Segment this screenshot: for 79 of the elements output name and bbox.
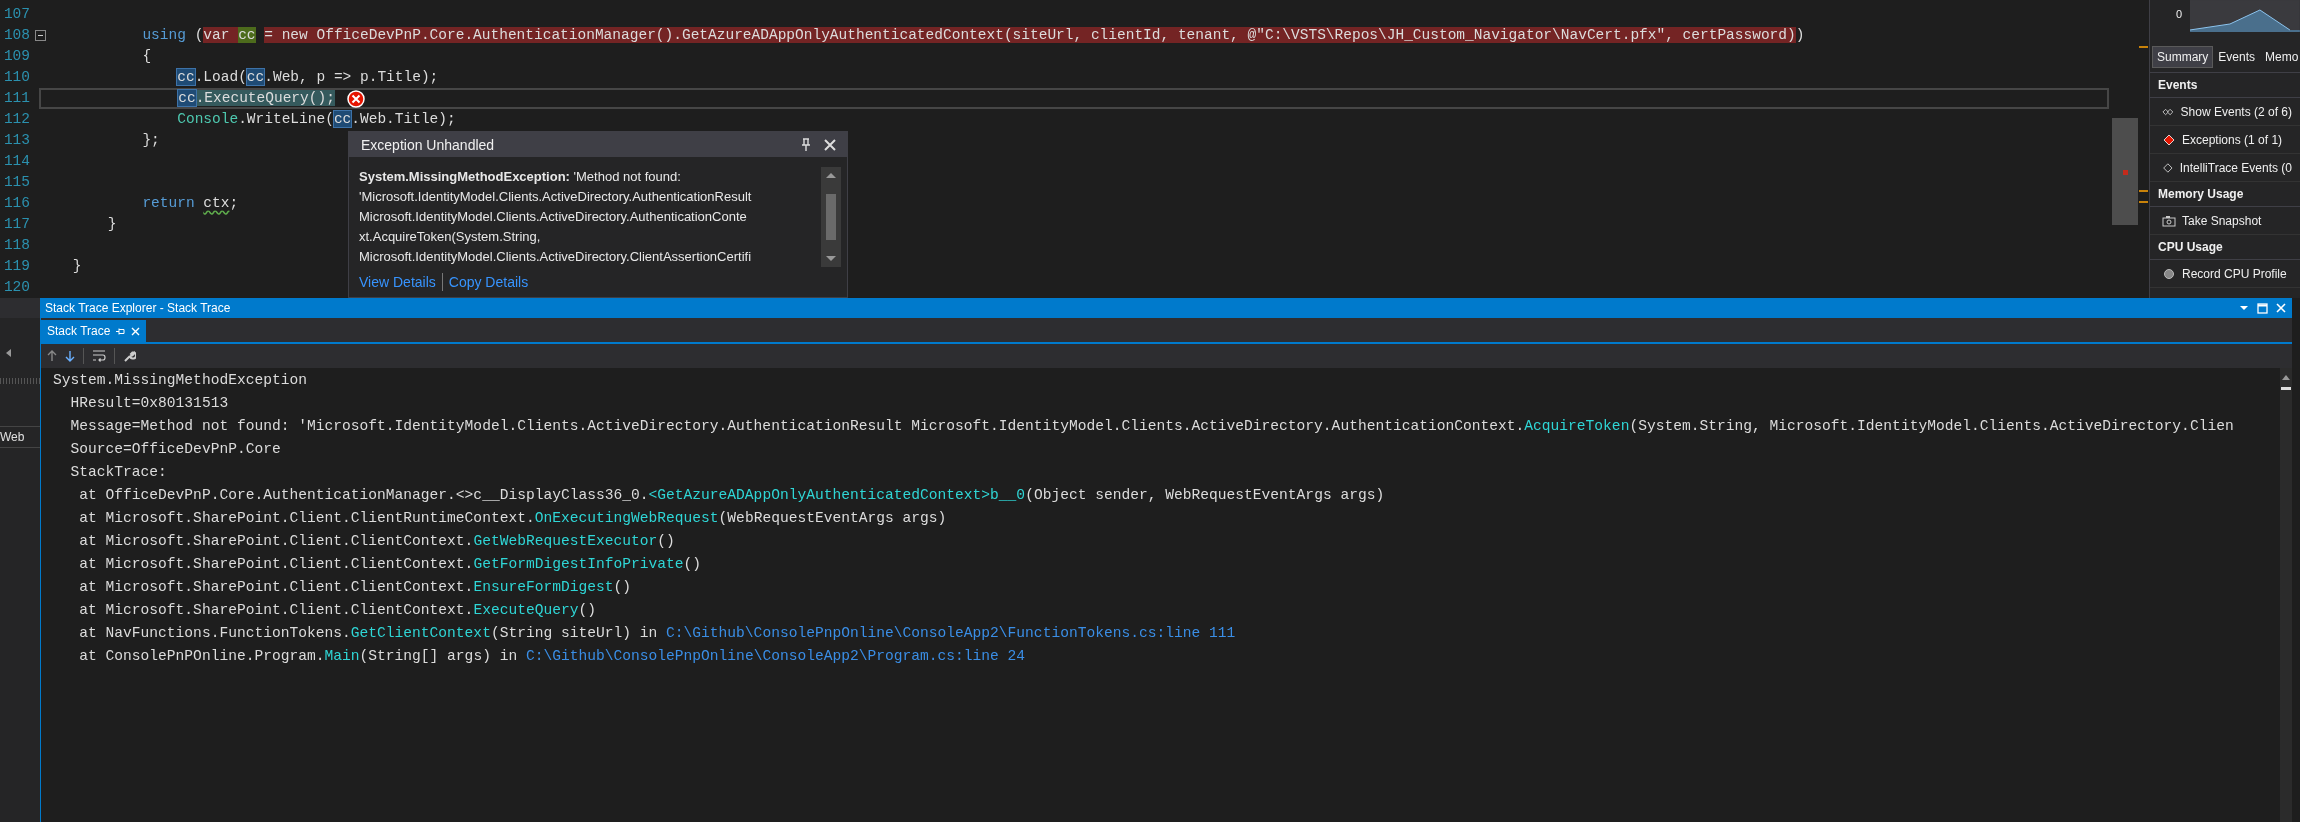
- stack-trace-text: StackTrace:: [69, 463, 167, 482]
- code-text: {: [141, 47, 152, 66]
- popup-title: Exception Unhandled: [361, 136, 496, 153]
- code-text: };: [141, 131, 160, 150]
- panel-tab[interactable]: Events: [2213, 46, 2261, 68]
- stack-trace-text: HResult=0x80131513: [69, 394, 229, 413]
- exception-message: Microsoft.IdentityModel.Clients.ActiveDirectory.AuthenticationConte: [359, 208, 748, 226]
- code-text: cc.ExecuteQuery();: [177, 89, 335, 108]
- code-text: Console.WriteLine(cc.Web.Title);: [176, 110, 456, 129]
- stack-trace-text: System.MissingMethodException: [53, 371, 307, 390]
- record-icon: [2162, 267, 2176, 280]
- event-link[interactable]: Exceptions (1 of 1): [2182, 132, 2283, 147]
- section-heading: Events: [2150, 73, 2300, 98]
- event-link[interactable]: Record CPU Profile: [2182, 266, 2287, 281]
- stack-trace-text: Message=Method not found: 'Microsoft.IdentityModel.Clients.ActiveDirectory.AuthenticationResult Microsoft.IdentityModel.Clients.ActiveDirectory.AuthenticationContext.AcquireToken(System.String, Microsoft.IdentityModel.Clients.ActiveDirectory.Clien: [69, 417, 2234, 436]
- details-link[interactable]: Copy Details: [448, 274, 529, 290]
- collapse-icon[interactable]: [35, 30, 46, 41]
- details-link[interactable]: View Details: [359, 274, 436, 290]
- line-number: 115: [2, 173, 30, 192]
- scroll-down-icon[interactable]: [825, 255, 837, 263]
- scrollbar-thumb[interactable]: [2281, 387, 2291, 390]
- stack-trace-text: at ConsolePnPOnline.Program.Main(String[] args) in: [78, 647, 519, 666]
- line-number: 118: [2, 236, 30, 255]
- scrollbar-thumb[interactable]: [826, 194, 836, 240]
- event-link[interactable]: Show Events (2 of 6): [2180, 104, 2292, 119]
- event-link[interactable]: Take Snapshot: [2182, 213, 2262, 228]
- line-number: 111: [2, 89, 30, 108]
- panel-tab[interactable]: Summary: [2152, 46, 2214, 68]
- line-number: 114: [2, 152, 30, 171]
- code-text: }: [106, 215, 117, 234]
- down-arrow-icon[interactable]: [65, 350, 75, 362]
- code-text: }: [71, 257, 82, 276]
- stack-trace-text: at Microsoft.SharePoint.Client.ClientContext.GetFormDigestInfoPrivate(): [78, 555, 702, 574]
- line-number: 119: [2, 257, 30, 276]
- scrollbar-thumb[interactable]: [2112, 118, 2138, 225]
- exception-message: System.MissingMethodException: 'Method not found:: [359, 168, 682, 186]
- diamond-icon: [2162, 161, 2174, 174]
- stack-trace-text: at OfficeDevPnP.Core.AuthenticationManager.<>c__DisplayClass36_0.<GetAzureADAppOnlyAuthenticatedContext>b__0(Object sender, WebRequestEventArgs args): [78, 486, 1385, 505]
- event-link[interactable]: IntelliTrace Events (0: [2179, 160, 2292, 175]
- stack-trace-text: at NavFunctions.FunctionTokens.GetClientContext(String siteUrl) in: [78, 624, 659, 643]
- line-number: 109: [2, 47, 30, 66]
- line-number: 112: [2, 110, 30, 129]
- file-link[interactable]: C:\Github\ConsolePnpOnline\ConsoleApp2\FunctionTokens.cs:line 111: [666, 622, 1236, 645]
- panel-title: Stack Trace Explorer - Stack Trace: [45, 301, 232, 315]
- dropdown-icon[interactable]: [2239, 304, 2249, 312]
- exception-message: Microsoft.IdentityModel.Clients.ActiveDirectory.ClientAssertionCertifi: [359, 248, 753, 266]
- diamond-icon: [2162, 133, 2176, 146]
- word-wrap-icon[interactable]: [92, 350, 106, 362]
- pin-icon[interactable]: [801, 137, 811, 152]
- line-number: 113: [2, 131, 30, 150]
- exception-message: xt.AcquireToken(System.String,: [359, 228, 542, 246]
- events-icon: [2162, 106, 2175, 117]
- stack-trace-text: at Microsoft.SharePoint.Client.ClientContext.EnsureFormDigest(): [78, 578, 631, 597]
- section-heading: CPU Usage: [2150, 235, 2300, 260]
- scroll-left-icon[interactable]: [4, 348, 12, 358]
- section-heading: Memory Usage: [2150, 182, 2300, 207]
- axis-label: 0: [2176, 8, 2183, 20]
- line-number: 117: [2, 215, 30, 234]
- code-text: return ctx;: [141, 194, 239, 213]
- close-icon[interactable]: [823, 137, 837, 152]
- line-number: 120: [2, 278, 30, 297]
- stack-trace-text: at Microsoft.SharePoint.Client.ClientContext.GetWebRequestExecutor(): [78, 532, 675, 551]
- exception-message: 'Microsoft.IdentityModel.Clients.ActiveDirectory.AuthenticationResult: [359, 188, 753, 206]
- stack-trace-text: at Microsoft.SharePoint.Client.ClientContext.ExecuteQuery(): [78, 601, 596, 620]
- popup-scrollbar[interactable]: [821, 167, 841, 267]
- wrench-icon[interactable]: [123, 349, 136, 363]
- maximize-icon[interactable]: [2257, 302, 2268, 314]
- stack-trace-text: Source=OfficeDevPnP.Core: [69, 440, 281, 459]
- camera-icon: [2162, 214, 2176, 227]
- line-number: 107: [2, 5, 30, 24]
- scroll-up-icon[interactable]: [825, 171, 837, 179]
- file-link[interactable]: C:\Github\ConsolePnpOnline\ConsoleApp2\Program.cs:line 24: [525, 645, 1026, 668]
- line-number: 116: [2, 194, 30, 213]
- scroll-up-icon[interactable]: [2281, 374, 2291, 381]
- line-number: 108: [2, 26, 30, 45]
- panel-tab[interactable]: Memo: [2260, 46, 2300, 68]
- stack-trace-text: at Microsoft.SharePoint.Client.ClientRuntimeContext.OnExecutingWebRequest(WebRequestEventArgs args): [78, 509, 947, 528]
- up-arrow-icon[interactable]: [47, 350, 57, 362]
- line-number: 110: [2, 68, 30, 87]
